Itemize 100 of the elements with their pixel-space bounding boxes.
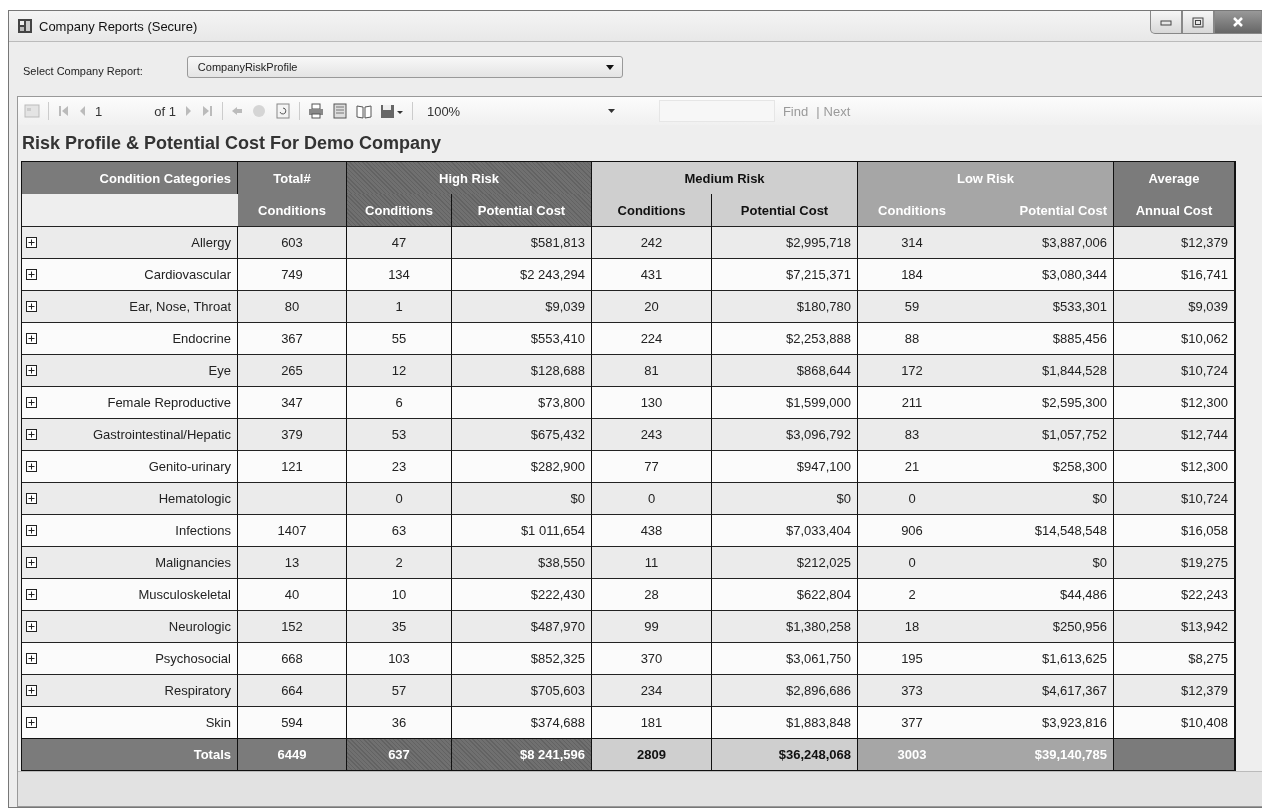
table-cell: 99 xyxy=(592,610,712,642)
table-cell: $9,039 xyxy=(1114,290,1235,322)
table-cell: 431 xyxy=(592,258,712,290)
table-cell: $212,025 xyxy=(712,546,858,578)
expand-icon[interactable] xyxy=(26,429,37,440)
zoom-select[interactable]: 100% xyxy=(420,100,621,122)
table-cell: 594 xyxy=(238,706,347,738)
total-cell: 637 xyxy=(347,738,452,770)
table-cell: $38,550 xyxy=(452,546,592,578)
expand-icon[interactable] xyxy=(26,269,37,280)
window-title: Company Reports (Secure) xyxy=(39,18,198,34)
table-cell: $19,275 xyxy=(1114,546,1235,578)
table-cell: 224 xyxy=(592,322,712,354)
expand-icon[interactable] xyxy=(26,333,37,344)
table-cell: 243 xyxy=(592,418,712,450)
table-cell: $258,300 xyxy=(966,450,1114,482)
table-cell: $622,804 xyxy=(712,578,858,610)
table-cell: $553,410 xyxy=(452,322,592,354)
expand-icon[interactable] xyxy=(26,717,37,728)
print-icon[interactable] xyxy=(307,103,324,119)
table-cell: $13,942 xyxy=(1114,610,1235,642)
expand-icon[interactable] xyxy=(26,397,37,408)
table-cell: $0 xyxy=(966,546,1114,578)
table-cell: 2 xyxy=(347,546,452,578)
table-cell: 152 xyxy=(238,610,347,642)
expand-icon[interactable] xyxy=(26,685,37,696)
expand-icon[interactable] xyxy=(26,493,37,504)
table-cell: 47 xyxy=(347,226,452,258)
expand-icon[interactable] xyxy=(26,557,37,568)
save-icon[interactable] xyxy=(379,103,404,119)
minimize-icon xyxy=(1160,18,1172,26)
category-label: Musculoskeletal xyxy=(138,587,231,602)
page-number-field[interactable]: 1 xyxy=(95,103,103,119)
table-cell: 438 xyxy=(592,514,712,546)
column-group-header: Total# xyxy=(238,162,347,194)
expand-icon[interactable] xyxy=(26,525,37,536)
table-cell: 35 xyxy=(347,610,452,642)
table-cell: $4,617,367 xyxy=(966,674,1114,706)
table-cell: $1,844,528 xyxy=(966,354,1114,386)
category-label: Malignancies xyxy=(155,555,231,570)
maximize-button[interactable] xyxy=(1182,11,1214,34)
category-label: Eye xyxy=(208,363,231,378)
expand-icon[interactable] xyxy=(26,653,37,664)
table-cell: $1,599,000 xyxy=(712,386,858,418)
total-cell: $36,248,068 xyxy=(712,738,858,770)
table-cell: $3,887,006 xyxy=(966,226,1114,258)
table-cell: 80 xyxy=(238,290,347,322)
dropdown-caret-icon xyxy=(607,109,615,113)
expand-icon[interactable] xyxy=(26,461,37,472)
expand-icon[interactable] xyxy=(26,365,37,376)
total-cell: $39,140,785 xyxy=(966,738,1114,770)
table-cell: $0 xyxy=(712,482,858,514)
table-cell: $180,780 xyxy=(712,290,858,322)
table-cell: 0 xyxy=(347,482,452,514)
app-icon xyxy=(17,18,33,34)
table-cell: $250,956 xyxy=(966,610,1114,642)
category-label: Ear, Nose, Throat xyxy=(129,299,231,314)
expand-icon[interactable] xyxy=(26,621,37,632)
table-cell: $222,430 xyxy=(452,578,592,610)
column-header: Potential Cost xyxy=(966,194,1114,226)
table-cell: 57 xyxy=(347,674,452,706)
table-cell: $1,883,848 xyxy=(712,706,858,738)
table-cell: $581,813 xyxy=(452,226,592,258)
table-cell: 377 xyxy=(858,706,966,738)
maximize-icon xyxy=(1192,16,1204,28)
table-cell: $12,744 xyxy=(1114,418,1235,450)
table-cell: 195 xyxy=(858,642,966,674)
table-cell: 668 xyxy=(238,642,347,674)
column-group-header: Low Risk xyxy=(858,162,1114,194)
refresh-icon[interactable] xyxy=(274,103,291,119)
table-cell: 121 xyxy=(238,450,347,482)
close-button[interactable] xyxy=(1214,11,1262,34)
table-cell: $44,486 xyxy=(966,578,1114,610)
table-cell: 367 xyxy=(238,322,347,354)
table-cell: $3,096,792 xyxy=(712,418,858,450)
expand-icon[interactable] xyxy=(26,301,37,312)
dropdown-caret-icon xyxy=(605,64,614,70)
table-cell: 1 xyxy=(347,290,452,322)
table-cell: 55 xyxy=(347,322,452,354)
category-label: Neurologic xyxy=(168,619,231,634)
table-cell: 77 xyxy=(592,450,712,482)
category-label: Respiratory xyxy=(164,683,231,698)
expand-icon[interactable] xyxy=(26,589,37,600)
expand-icon[interactable] xyxy=(26,237,37,248)
table-cell: $947,100 xyxy=(712,450,858,482)
table-cell: 603 xyxy=(238,226,347,258)
table-cell: $3,923,816 xyxy=(966,706,1114,738)
table-cell: 211 xyxy=(858,386,966,418)
table-cell: 1407 xyxy=(238,514,347,546)
column-header: Potential Cost xyxy=(712,194,858,226)
table-cell: 103 xyxy=(347,642,452,674)
link-separator: | xyxy=(816,103,820,119)
report-select[interactable]: CompanyRiskProfile xyxy=(186,56,623,78)
page-setup-icon[interactable] xyxy=(355,103,372,119)
column-group-header: High Risk xyxy=(347,162,592,194)
category-label: Skin xyxy=(205,715,231,730)
page-count: of 1 xyxy=(154,103,176,119)
table-cell: $12,300 xyxy=(1114,450,1235,482)
print-layout-icon[interactable] xyxy=(331,103,348,119)
table-cell: $0 xyxy=(452,482,592,514)
